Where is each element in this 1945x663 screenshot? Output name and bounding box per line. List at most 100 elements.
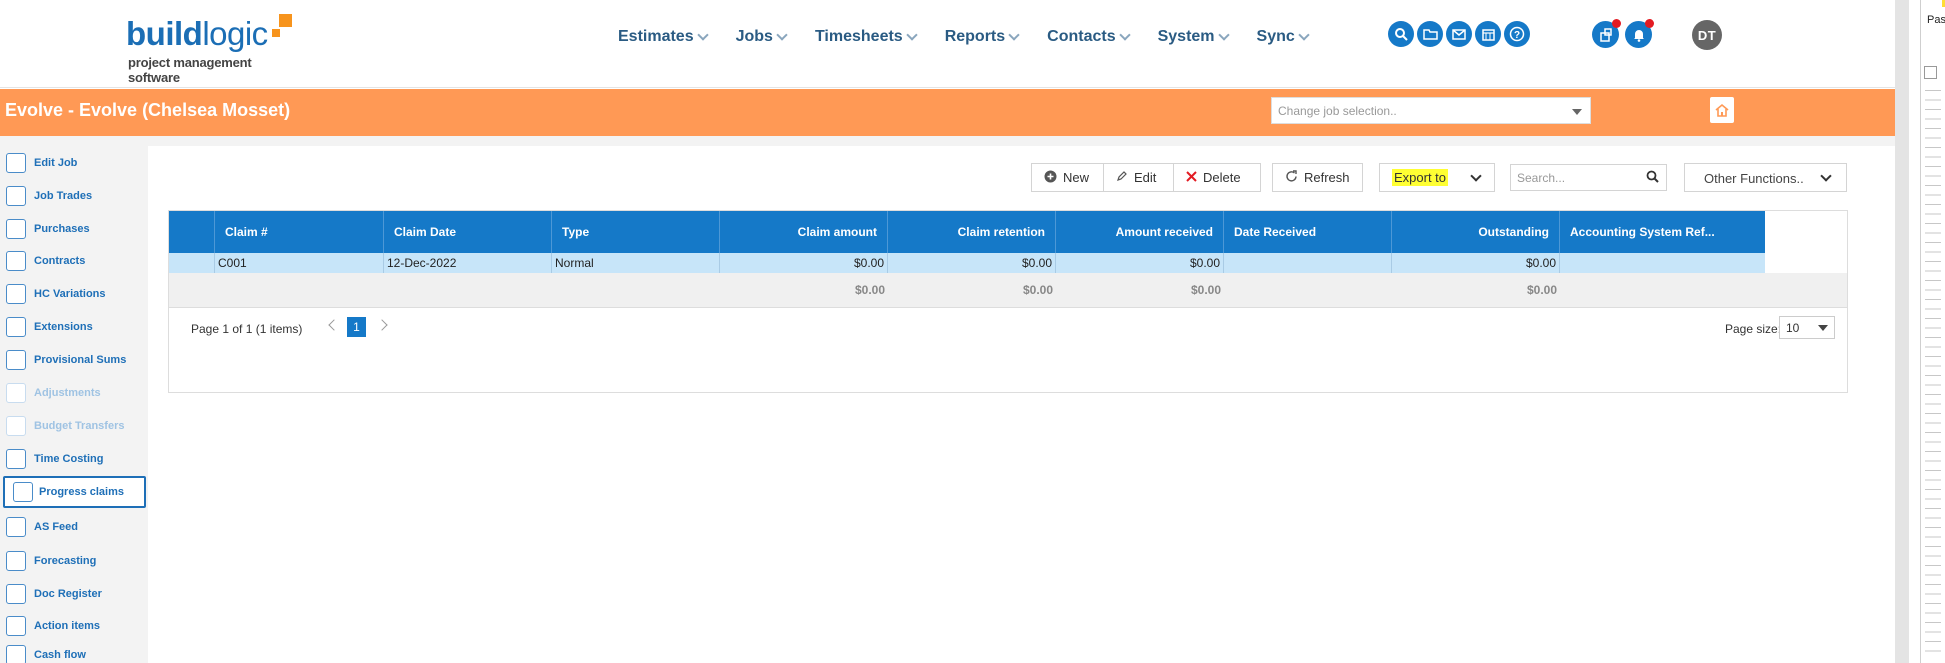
- dollar-icon: [6, 350, 26, 370]
- new-button[interactable]: New: [1031, 163, 1104, 192]
- delete-button[interactable]: Delete: [1173, 163, 1261, 192]
- total-outstanding: $0.00: [1526, 283, 1557, 297]
- claim-no-cell: C001: [215, 253, 384, 273]
- nav-system[interactable]: System: [1158, 24, 1230, 50]
- chevron-right-icon[interactable]: [376, 319, 388, 331]
- main-panel: New Edit Delete Refresh Export to Search…: [148, 146, 1895, 663]
- logo-word-bold: build: [126, 15, 203, 52]
- logo-word-light: logic: [202, 15, 268, 52]
- chevron-down-icon: [1217, 29, 1230, 41]
- nav-contacts[interactable]: Contacts: [1047, 24, 1131, 50]
- sidebar-item-edit-job[interactable]: Edit Job: [0, 148, 148, 178]
- caret-down-icon: [1572, 109, 1582, 115]
- page-size-select[interactable]: 10: [1779, 316, 1835, 339]
- accounting-ref-cell: [1560, 253, 1765, 273]
- table-row[interactable]: C001 12-Dec-2022 Normal $0.00 $0.00 $0.0…: [169, 253, 1765, 273]
- sidebar-item-label: Job Trades: [34, 190, 93, 202]
- hc-variations-icon: [6, 284, 26, 304]
- chevron-down-icon: [1470, 170, 1482, 182]
- sidebar-item-label: Time Costing: [34, 453, 104, 465]
- delete-button-label: Delete: [1203, 170, 1241, 185]
- close-icon: [1186, 170, 1197, 185]
- export-to-button[interactable]: Export to: [1379, 163, 1495, 192]
- nav-reports[interactable]: Reports: [944, 24, 1020, 50]
- sidebar-item-label: Purchases: [34, 223, 90, 235]
- column-header-outstanding[interactable]: Outstanding: [1392, 211, 1560, 253]
- logo-tagline: project management software: [128, 55, 252, 85]
- window-gutter: [1909, 0, 1920, 663]
- home-icon[interactable]: [1710, 97, 1734, 123]
- column-header-date-received[interactable]: Date Received: [1224, 211, 1392, 253]
- mail-icon[interactable]: [1446, 21, 1472, 47]
- folder-icon[interactable]: [1417, 21, 1443, 47]
- column-header-accounting-ref[interactable]: Accounting System Ref...: [1560, 211, 1765, 253]
- sidebar-item-cash-flow[interactable]: Cash flow: [0, 640, 148, 663]
- sidebar-item-forecasting[interactable]: Forecasting: [0, 546, 148, 576]
- logo-square-small: [272, 29, 280, 37]
- column-header-claim-date[interactable]: Claim Date: [384, 211, 552, 253]
- sidebar: Edit Job Job Trades Purchases Contracts …: [0, 146, 148, 663]
- svg-text:?: ?: [1514, 30, 1520, 41]
- caret-down-icon: [1818, 325, 1828, 331]
- sidebar-item-as-feed[interactable]: AS Feed: [0, 512, 148, 542]
- calendar-icon[interactable]: [1475, 21, 1501, 47]
- claims-grid: Claim # Claim Date Type Claim amount Cla…: [168, 210, 1848, 393]
- other-functions-dropdown[interactable]: Other Functions..: [1684, 163, 1847, 192]
- other-functions-label: Other Functions..: [1704, 171, 1804, 186]
- totals-row: $0.00 $0.00 $0.00 $0.00: [169, 273, 1847, 307]
- nav-label: Estimates: [618, 28, 694, 45]
- sidebar-item-job-trades[interactable]: Job Trades: [0, 181, 148, 211]
- help-icon[interactable]: ?: [1504, 21, 1530, 47]
- column-header-claim-retention[interactable]: Claim retention: [888, 211, 1056, 253]
- tab-stop-selector[interactable]: [1924, 66, 1937, 79]
- refresh-button[interactable]: Refresh: [1272, 163, 1363, 192]
- sidebar-item-action-items[interactable]: Action items: [0, 611, 148, 641]
- outstanding-cell: $0.00: [1392, 253, 1560, 273]
- sidebar-item-hc-variations[interactable]: HC Variations: [0, 279, 148, 309]
- column-header-type[interactable]: Type: [552, 211, 720, 253]
- nav-estimates[interactable]: Estimates: [618, 24, 709, 50]
- chevron-left-icon[interactable]: [328, 319, 340, 331]
- sidebar-item-extensions[interactable]: Extensions: [0, 312, 148, 342]
- user-avatar[interactable]: DT: [1692, 20, 1722, 50]
- nav-label: Timesheets: [814, 28, 903, 45]
- page-number-button[interactable]: 1: [347, 317, 366, 337]
- sidebar-item-contracts[interactable]: Contracts: [0, 246, 148, 276]
- feed-icon: [6, 517, 26, 537]
- edit-button[interactable]: Edit: [1103, 163, 1174, 192]
- nav-jobs[interactable]: Jobs: [736, 24, 788, 50]
- pencil-icon: [6, 153, 26, 173]
- sidebar-item-label: Edit Job: [34, 157, 78, 169]
- nav-timesheets[interactable]: Timesheets: [814, 24, 918, 50]
- logo-wordmark: buildlogic: [126, 14, 268, 54]
- sidebar-item-provisional-sums[interactable]: Provisional Sums: [0, 345, 148, 375]
- sidebar-item-time-costing[interactable]: Time Costing: [0, 444, 148, 474]
- pencil-icon: [1116, 170, 1128, 185]
- tasks-icon[interactable]: [1592, 19, 1621, 48]
- refresh-button-label: Refresh: [1304, 170, 1350, 185]
- search-icon[interactable]: [1388, 21, 1414, 47]
- nav-label: Reports: [944, 28, 1006, 45]
- refresh-icon: [1285, 169, 1298, 186]
- select-column-header[interactable]: [169, 211, 215, 253]
- sidebar-item-progress-claims[interactable]: Progress claims: [3, 476, 146, 508]
- bell-icon[interactable]: [1625, 19, 1654, 48]
- column-header-claim-no[interactable]: Claim #: [215, 211, 384, 253]
- type-cell: Normal: [552, 253, 720, 273]
- job-select-dropdown[interactable]: Change job selection..: [1271, 97, 1591, 124]
- scrollbar[interactable]: [1895, 0, 1909, 663]
- nav-sync[interactable]: Sync: [1257, 24, 1310, 50]
- search-icon[interactable]: [1646, 170, 1659, 186]
- adjust-icon: [6, 383, 26, 403]
- column-header-amount-received[interactable]: Amount received: [1056, 211, 1224, 253]
- main-nav: Estimates Jobs Timesheets Reports Contac…: [618, 24, 1337, 50]
- select-cell[interactable]: [169, 253, 215, 273]
- total-amount-received: $0.00: [1190, 283, 1221, 297]
- buildlogic-logo[interactable]: buildlogic project management software: [126, 14, 306, 85]
- column-header-claim-amount[interactable]: Claim amount: [720, 211, 888, 253]
- sidebar-item-purchases[interactable]: Purchases: [0, 214, 148, 244]
- quick-tools: ?: [1388, 21, 1533, 47]
- search-input[interactable]: Search...: [1510, 164, 1667, 191]
- chart-icon: [6, 551, 26, 571]
- sidebar-item-doc-register[interactable]: Doc Register: [0, 579, 148, 609]
